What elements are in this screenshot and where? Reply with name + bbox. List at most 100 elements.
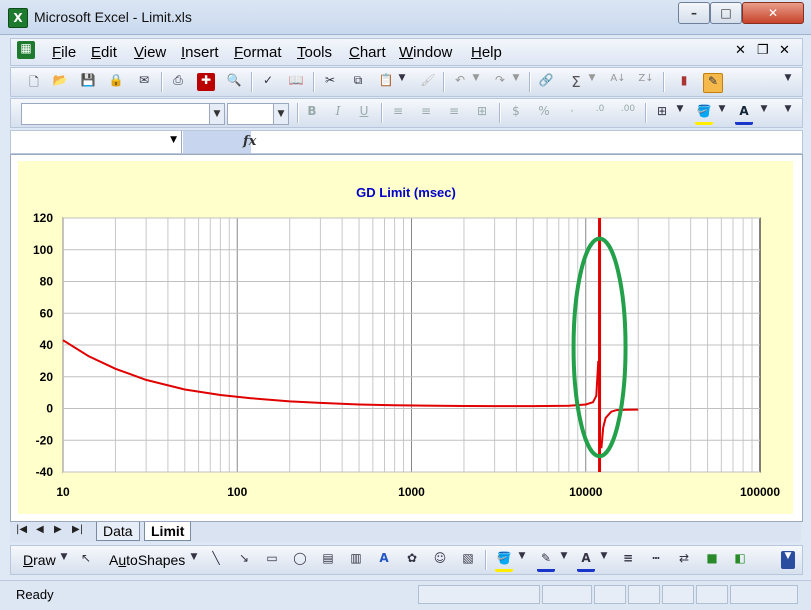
paste-dropdown-icon[interactable]: ▼ <box>397 73 407 91</box>
select-objects-icon[interactable]: ↖ <box>77 551 95 569</box>
sort-descending-icon[interactable]: Z↓ <box>637 73 655 91</box>
print-icon[interactable]: ⎙ <box>169 73 187 91</box>
comma-style-icon[interactable]: , <box>563 104 581 122</box>
name-box[interactable]: ▼ <box>11 131 182 153</box>
save-icon[interactable]: 💾 <box>79 73 97 91</box>
font-name-dropdown-icon[interactable]: ▼ <box>209 104 224 124</box>
borders-icon[interactable]: ⊞ <box>653 104 671 122</box>
hyperlink-icon[interactable]: 🔗 <box>537 73 555 91</box>
research-book-icon[interactable]: 📖 <box>287 73 305 91</box>
close-button[interactable]: ✕ <box>742 2 804 24</box>
font-name-combo[interactable]: ▼ <box>21 103 225 125</box>
maximize-button[interactable]: □ <box>710 2 742 24</box>
fill-color-icon[interactable]: 🪣 <box>495 551 513 572</box>
font-color-icon[interactable]: A <box>735 104 753 125</box>
redo-dropdown-icon[interactable]: ▼ <box>511 73 521 91</box>
font-color-dropdown-icon[interactable]: ▼ <box>599 551 609 569</box>
rectangle-icon[interactable]: ▭ <box>263 551 281 569</box>
fill-color-icon[interactable]: 🪣 <box>695 104 713 125</box>
borders-dropdown-icon[interactable]: ▼ <box>675 104 685 122</box>
align-left-icon[interactable]: ≡ <box>389 104 407 122</box>
align-center-icon[interactable]: ≡ <box>417 104 435 122</box>
redo-icon[interactable]: ↷ <box>491 73 509 91</box>
menu-tools[interactable]: Tools <box>297 44 332 61</box>
first-sheet-icon[interactable]: |◀ <box>16 524 27 535</box>
chart-wizard-icon[interactable]: ▮ <box>675 73 693 91</box>
previous-sheet-icon[interactable]: ◀ <box>36 524 44 535</box>
diagram-icon[interactable]: ✿ <box>403 551 421 569</box>
underline-icon[interactable]: U <box>355 104 373 122</box>
line-icon[interactable]: ╲ <box>207 551 225 569</box>
autosum-icon[interactable]: Σ <box>567 73 585 91</box>
toolbar-options-icon[interactable]: ▼ <box>781 104 795 122</box>
menu-format[interactable]: Format <box>234 44 282 61</box>
font-color-icon[interactable]: A <box>577 551 595 572</box>
name-box-dropdown-icon[interactable]: ▼ <box>170 135 177 145</box>
font-size-dropdown-icon[interactable]: ▼ <box>273 104 288 124</box>
autosum-dropdown-icon[interactable]: ▼ <box>587 73 597 91</box>
menu-chart[interactable]: Chart <box>349 44 386 61</box>
text-box-icon[interactable]: ▤ <box>319 551 337 569</box>
doc-close-icon[interactable]: ✕ <box>735 42 746 58</box>
bold-icon[interactable]: B <box>303 104 321 122</box>
currency-icon[interactable]: $ <box>507 104 525 122</box>
undo-icon[interactable]: ↶ <box>451 73 469 91</box>
align-right-icon[interactable]: ≡ <box>445 104 463 122</box>
doc-close-x-icon[interactable]: ✕ <box>779 42 790 58</box>
research-icon[interactable]: ✚ <box>197 73 215 91</box>
font-size-combo[interactable]: ▼ <box>227 103 289 125</box>
clip-art-icon[interactable]: ☺ <box>431 551 449 569</box>
workbook-icon[interactable]: ▦ <box>17 41 35 59</box>
picture-icon[interactable]: ▧ <box>459 551 477 569</box>
minimize-button[interactable]: – <box>678 2 710 24</box>
draw-dropdown-icon[interactable]: ▼ <box>59 552 69 570</box>
toolbar-options-icon[interactable]: ▼ <box>781 73 795 91</box>
drawing-toggle-icon[interactable]: ✎ <box>703 73 723 93</box>
chart-area[interactable]: GD Limit (msec) -40 -20 0 20 40 60 80 100 120 10… <box>18 161 793 514</box>
decrease-decimal-icon[interactable]: .00 <box>619 104 637 122</box>
next-sheet-icon[interactable]: ▶ <box>54 524 62 535</box>
open-icon[interactable]: 📂 <box>51 73 69 91</box>
line-style-icon[interactable]: ≡ <box>619 551 637 569</box>
font-color-dropdown-icon[interactable]: ▼ <box>759 104 769 122</box>
menu-window[interactable]: Window <box>399 44 452 61</box>
print-preview-icon[interactable]: 🔍 <box>225 73 243 91</box>
copy-icon[interactable]: ⧉ <box>349 73 367 91</box>
menu-file[interactable]: File <box>52 44 76 61</box>
format-painter-icon[interactable]: 🖌 <box>419 73 437 91</box>
sort-ascending-icon[interactable]: A↓ <box>609 73 627 91</box>
menu-insert[interactable]: Insert <box>181 44 219 61</box>
fill-color-dropdown-icon[interactable]: ▼ <box>717 104 727 122</box>
sheet-tab-limit[interactable]: Limit <box>144 522 192 541</box>
increase-decimal-icon[interactable]: .0 <box>591 104 609 122</box>
excel-app-icon[interactable]: X <box>8 8 28 28</box>
last-sheet-icon[interactable]: ▶| <box>72 524 83 535</box>
cut-icon[interactable]: ✂ <box>321 73 339 91</box>
line-color-icon[interactable]: ✎ <box>537 551 555 572</box>
wordart-icon[interactable]: A <box>375 551 393 569</box>
italic-icon[interactable]: I <box>329 104 347 122</box>
oval-icon[interactable]: ◯ <box>291 551 309 569</box>
autoshapes-menu-button[interactable]: AutoShapes <box>109 552 185 568</box>
shadow-style-icon[interactable]: ■ <box>703 551 721 569</box>
arrow-style-icon[interactable]: ⇄ <box>675 551 693 569</box>
menu-help[interactable]: Help <box>471 44 502 61</box>
fill-color-dropdown-icon[interactable]: ▼ <box>517 551 527 569</box>
undo-dropdown-icon[interactable]: ▼ <box>471 73 481 91</box>
menu-edit[interactable]: Edit <box>91 44 117 61</box>
merge-center-icon[interactable]: ⊞ <box>473 104 491 122</box>
sheet-tab-data[interactable]: Data <box>96 522 140 541</box>
email-icon[interactable]: ✉ <box>135 73 153 91</box>
menu-view[interactable]: View <box>134 44 166 61</box>
autoshapes-dropdown-icon[interactable]: ▼ <box>189 552 199 570</box>
doc-restore-icon[interactable]: ❐ <box>757 42 769 58</box>
toolbar-options-icon[interactable]: ▼ <box>781 551 795 569</box>
paste-icon[interactable]: 📋 <box>377 73 395 91</box>
spelling-icon[interactable]: ✓ <box>259 73 277 91</box>
3d-style-icon[interactable]: ◧ <box>731 551 749 569</box>
draw-menu-button[interactable]: Draw <box>23 552 56 568</box>
vertical-text-box-icon[interactable]: ▥ <box>347 551 365 569</box>
line-color-dropdown-icon[interactable]: ▼ <box>559 551 569 569</box>
dash-style-icon[interactable]: ┅ <box>647 551 665 569</box>
arrow-icon[interactable]: ↘ <box>235 551 253 569</box>
